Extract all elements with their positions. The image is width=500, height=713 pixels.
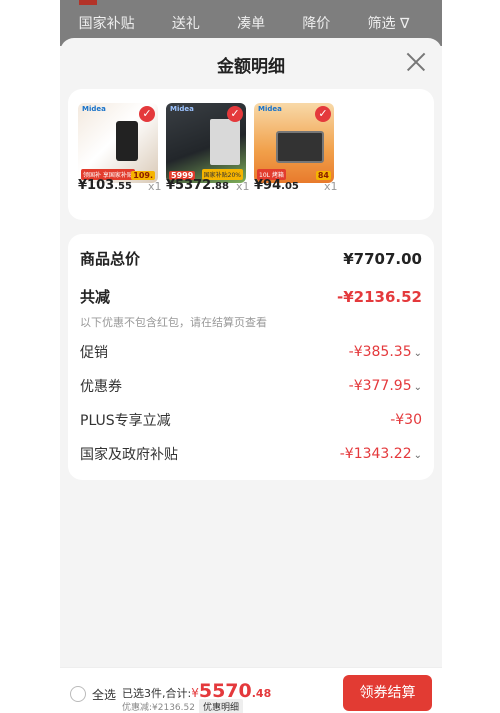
product-quantity: x1 <box>324 180 338 193</box>
price-badge: 109. <box>131 171 155 180</box>
product-item[interactable]: Midea 领国补 享国家补贴 109. ✓ <box>78 103 160 183</box>
chevron-down-icon: ⌄ <box>413 450 422 461</box>
currency-symbol: ¥ <box>191 686 199 700</box>
discount-row-coupon[interactable]: 优惠券 -¥377.95 ⌄ <box>80 376 422 396</box>
product-image: Midea 10L 烤箱 84 ✓ <box>254 103 334 183</box>
discount-value: -¥30 <box>390 412 422 428</box>
coffee-maker-shape <box>116 121 138 161</box>
price-badge: 84 <box>315 171 331 180</box>
fridge-shape <box>210 119 240 165</box>
product-item[interactable]: Midea 国家补贴20% 5999 ✓ <box>166 103 248 183</box>
select-all-radio[interactable] <box>70 686 86 702</box>
total-amount-decimal: .48 <box>251 687 272 700</box>
total-price-label: 商品总价 <box>80 250 141 268</box>
brand-logo: Midea <box>258 105 282 113</box>
summary-card: 商品总价 ¥7707.00 共减 -¥2136.52 以下优惠不包含红包，请在结… <box>68 234 434 480</box>
discount-value: -¥385.35 ⌄ <box>349 344 422 360</box>
discount-label: 优惠券 <box>80 379 122 395</box>
price-decimal: .55 <box>114 181 132 192</box>
discount-amount: -¥385.35 <box>348 344 412 360</box>
discount-detail-button[interactable]: 优惠明细 <box>198 699 243 713</box>
close-icon[interactable] <box>406 52 426 72</box>
chevron-down-icon: ⌄ <box>413 382 422 393</box>
discount-total-value: -¥2136.52 <box>337 287 422 306</box>
amount-detail-sheet: 金额明细 Midea 领国补 享国家补贴 109. ✓ ¥103.55 x1 M… <box>60 38 442 713</box>
cart-screen: 国家补贴 送礼 凑单 降价 筛选 ∇ 金额明细 Midea 领国补 享国家补贴 … <box>60 0 442 713</box>
discount-amount: -¥1343.22 <box>339 446 412 462</box>
checkmark-icon[interactable]: ✓ <box>227 106 243 122</box>
discount-total-row: 共减 -¥2136.52 <box>80 286 422 307</box>
total-price-value: ¥7707.00 <box>343 249 422 268</box>
discount-value: -¥1343.22 ⌄ <box>340 446 422 462</box>
brand-logo: Midea <box>170 105 194 113</box>
discount-summary-text: 优惠减:¥2136.52 <box>122 703 195 713</box>
filter-price-drop[interactable]: 降价 <box>302 13 330 33</box>
discount-label: 促销 <box>80 345 108 361</box>
chevron-down-icon: ⌄ <box>413 348 422 359</box>
discount-row-promotion[interactable]: 促销 -¥385.35 ⌄ <box>80 342 422 362</box>
checkmark-icon[interactable]: ✓ <box>139 106 155 122</box>
discount-total-label: 共减 <box>80 288 111 306</box>
product-price: ¥103.55 <box>78 178 132 193</box>
product-quantity: x1 <box>148 180 162 193</box>
filter-national-subsidy[interactable]: 国家补贴 <box>79 13 135 33</box>
select-all-label[interactable]: 全选 <box>92 686 116 703</box>
product-price: ¥94.05 <box>254 178 299 193</box>
discount-amount: -¥377.95 <box>348 378 412 394</box>
discount-label: PLUS专享立减 <box>80 413 171 429</box>
filter-gift[interactable]: 送礼 <box>172 13 200 33</box>
oven-shape <box>276 131 324 163</box>
checkout-bar: 全选 已选3件,合计:¥5570.48 优惠减:¥2136.52 优惠明细 领券结… <box>60 667 442 713</box>
discount-value: -¥377.95 ⌄ <box>349 378 422 394</box>
discount-label: 国家及政府补贴 <box>80 447 178 463</box>
products-card: Midea 领国补 享国家补贴 109. ✓ ¥103.55 x1 Midea … <box>68 89 434 220</box>
tab-indicator <box>79 0 97 5</box>
price-integer: ¥5372 <box>166 178 212 193</box>
price-integer: ¥94 <box>254 178 282 193</box>
price-decimal: .05 <box>281 181 299 192</box>
discount-note: 以下优惠不包含红包，请在结算页查看 <box>80 316 267 329</box>
discount-row-plus: PLUS专享立减 -¥30 <box>80 410 422 430</box>
sheet-title: 金额明细 <box>217 57 285 77</box>
product-image: Midea 国家补贴20% 5999 ✓ <box>166 103 246 183</box>
product-image: Midea 领国补 享国家补贴 109. ✓ <box>78 103 158 183</box>
checkmark-icon[interactable]: ✓ <box>315 106 331 122</box>
discount-row-subsidy[interactable]: 国家及政府补贴 -¥1343.22 ⌄ <box>80 444 422 464</box>
filter-button[interactable]: 筛选 ∇ <box>368 13 410 33</box>
product-quantity: x1 <box>236 180 250 193</box>
product-item[interactable]: Midea 10L 烤箱 84 ✓ <box>254 103 336 183</box>
price-integer: ¥103 <box>78 178 115 193</box>
product-price: ¥5372.88 <box>166 178 229 193</box>
filter-bundle[interactable]: 凑单 <box>237 13 265 33</box>
checkout-button[interactable]: 领券结算 <box>343 675 432 711</box>
total-price-row: 商品总价 ¥7707.00 <box>80 248 422 269</box>
brand-logo: Midea <box>82 105 106 113</box>
discount-summary: 优惠减:¥2136.52 优惠明细 <box>122 699 243 713</box>
price-decimal: .88 <box>211 181 229 192</box>
